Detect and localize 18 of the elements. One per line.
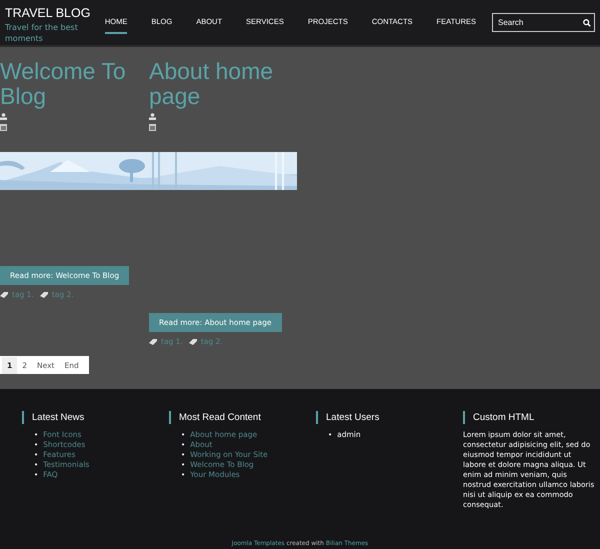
module-title: Latest News <box>22 411 169 424</box>
module-title: Latest Users <box>316 411 463 424</box>
tag-icon <box>188 338 197 344</box>
search-icon <box>583 18 591 26</box>
article-title[interactable]: About home page <box>149 59 298 109</box>
user-icon <box>0 113 7 120</box>
search-field[interactable]: Search <box>492 13 595 32</box>
article-title[interactable]: Welcome To Blog <box>0 59 149 109</box>
user-icon <box>149 113 156 120</box>
calendar-icon <box>0 124 7 131</box>
module-title: Custom HTML <box>463 411 600 424</box>
module-title: Most Read Content <box>169 411 316 424</box>
tag-icon <box>40 292 48 298</box>
site-title[interactable]: TRAVEL BLOG <box>5 6 97 20</box>
tag-icon <box>0 292 8 298</box>
tag-icon <box>149 338 157 344</box>
site-tagline: Travel for the best moments <box>5 22 79 44</box>
calendar-icon <box>149 124 156 131</box>
